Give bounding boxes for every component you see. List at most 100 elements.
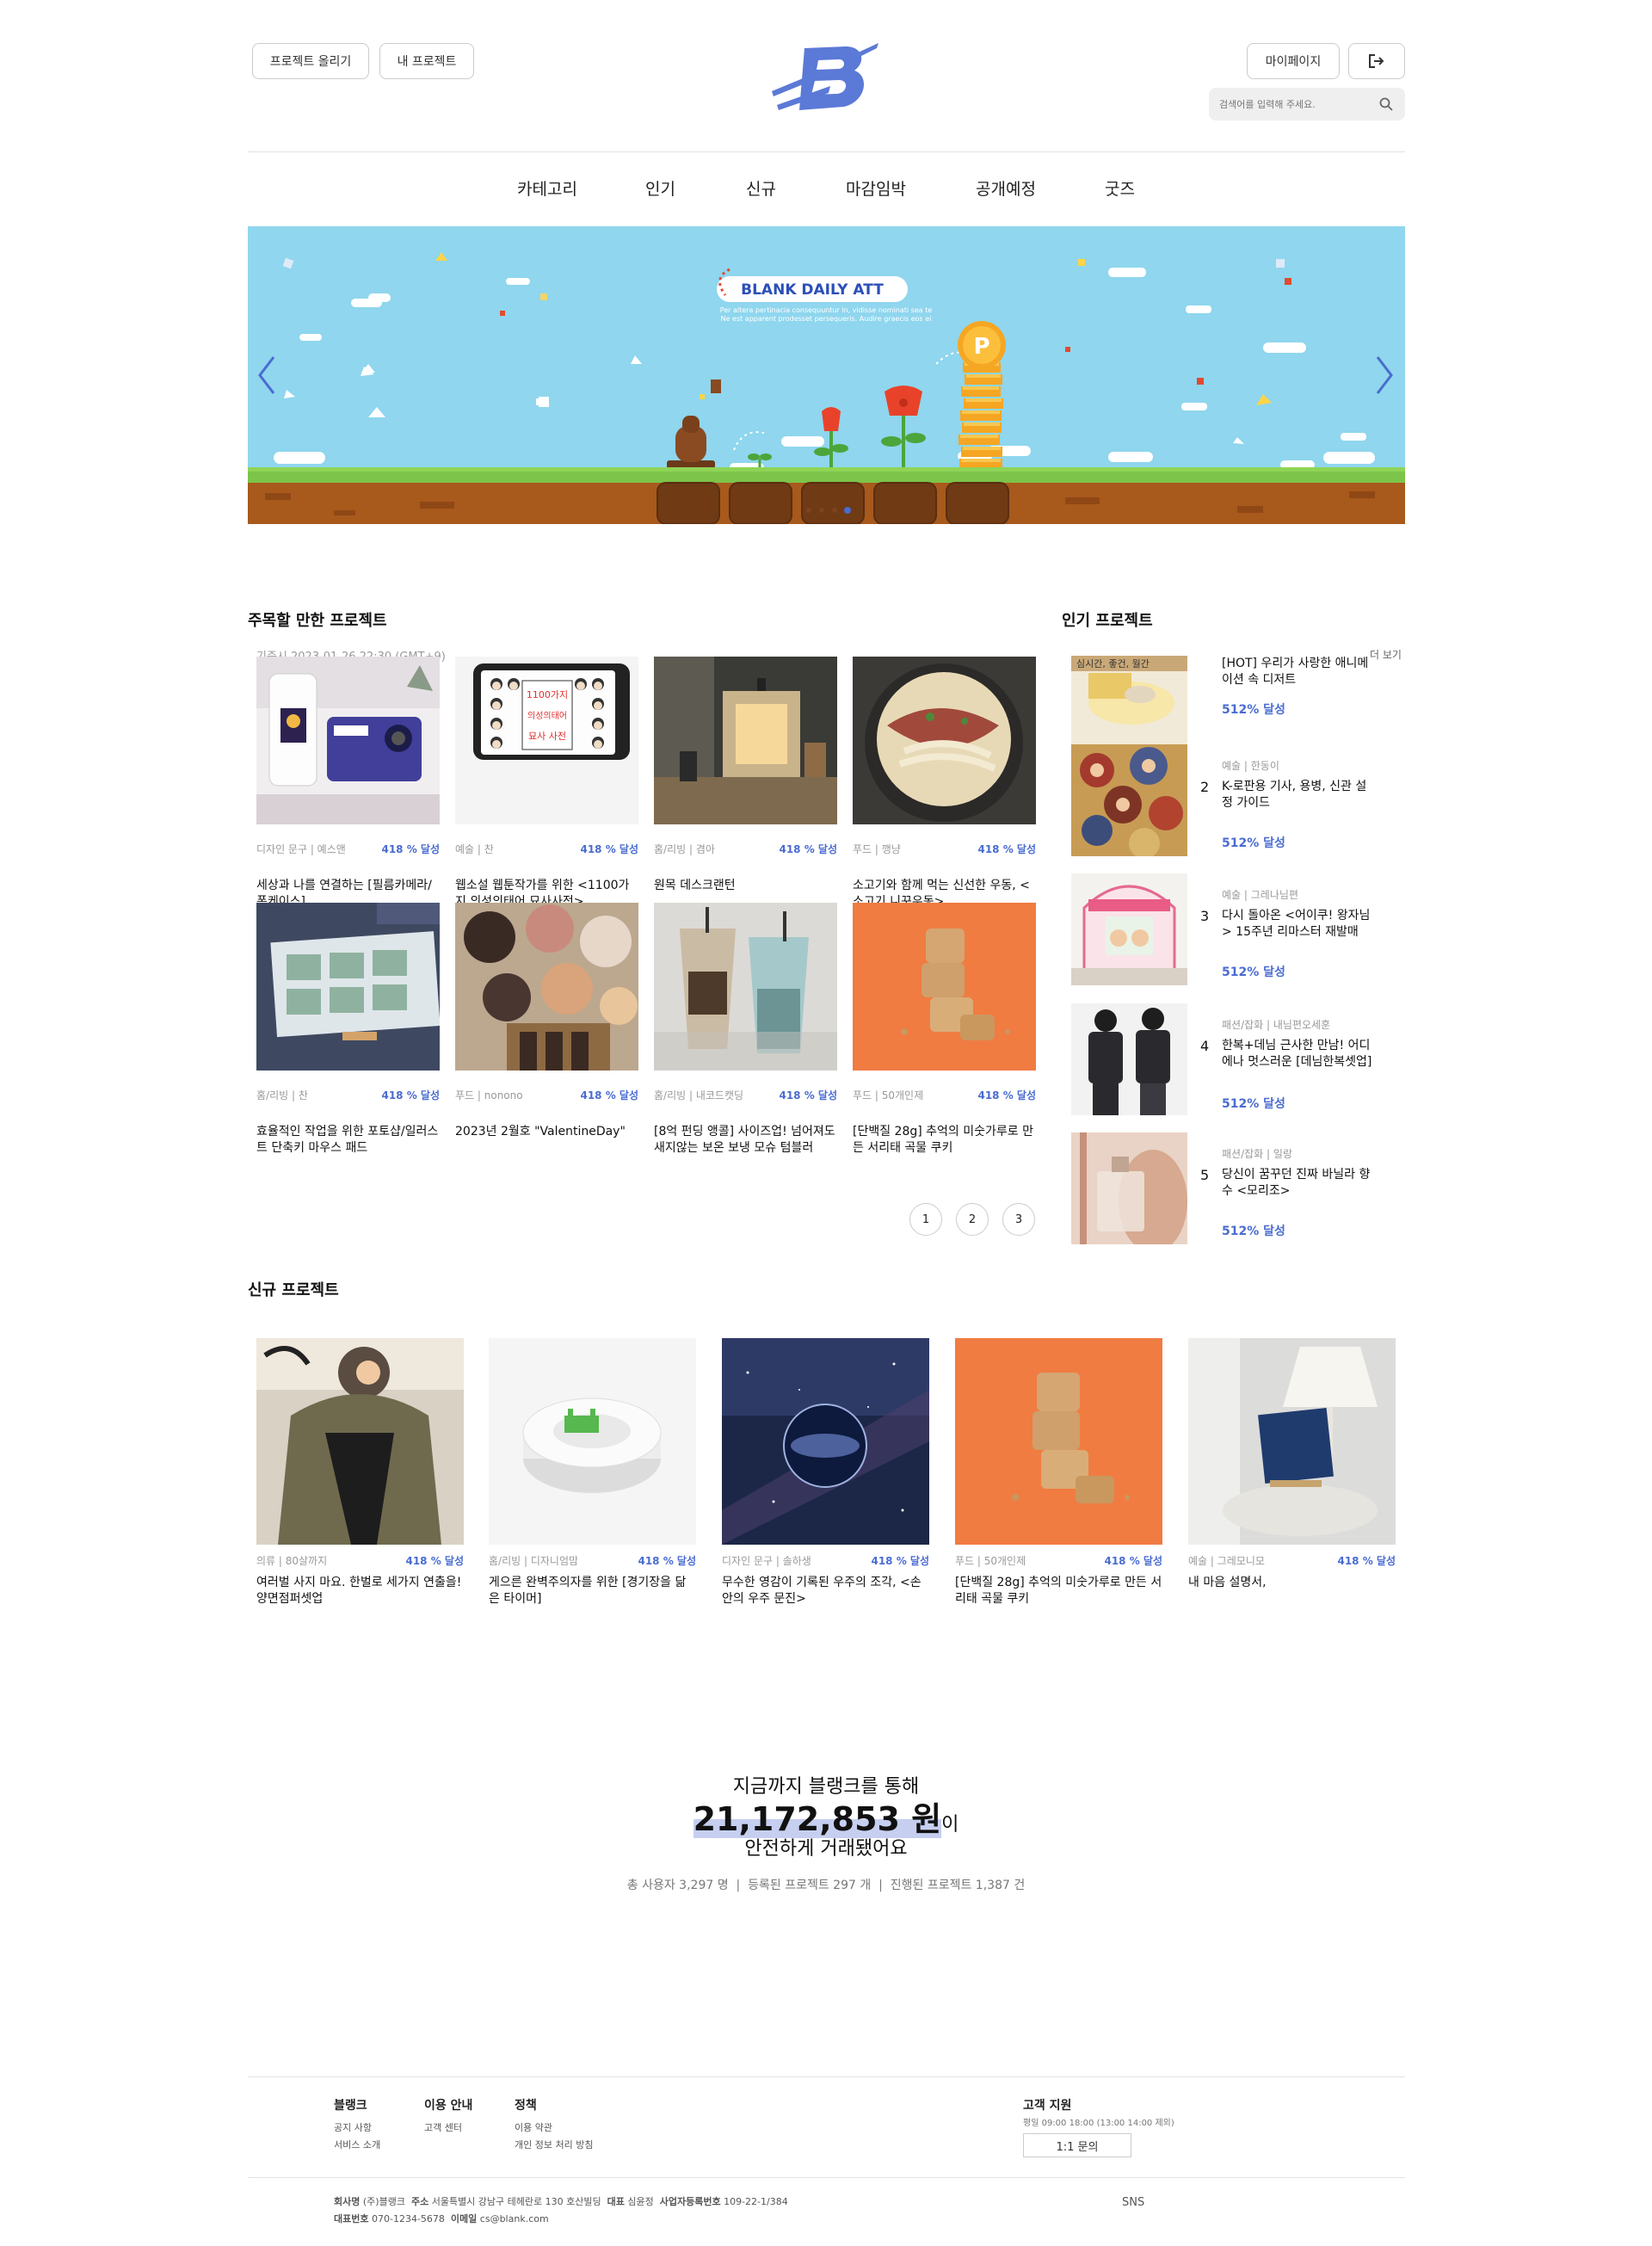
- popular-item-pct: 512% 달성: [1222, 703, 1285, 717]
- new-projects-title: 신규 프로젝트: [248, 1281, 339, 1299]
- nav-upcoming[interactable]: 공개예정: [976, 176, 1036, 200]
- my-page-button[interactable]: 마이페이지: [1247, 43, 1340, 79]
- search-box[interactable]: [1209, 88, 1405, 120]
- featured-card[interactable]: 디자인 문구 | 예스앤 418 % 달성 세상과 나를 연결하는 [필름카메라/…: [256, 657, 440, 910]
- thumb-lantern: [654, 657, 837, 824]
- footer-support-title: 고객 지원: [1023, 2099, 1072, 2113]
- new-project-card[interactable]: 의류 | 80살까지 418 % 달성 여러벌 사지 마요. 한벌로 세가지 연출…: [256, 1338, 464, 1607]
- card-funding-pct: 418 % 달성: [638, 1555, 696, 1567]
- footer-company-info-2: 대표번호 070-1234-5678 이메일 cs@blank.com: [334, 2213, 549, 2224]
- footer-sns-link[interactable]: SNS: [1122, 2196, 1144, 2209]
- popular-item-title: K-로판용 기사, 용병, 신관 설정 가이드: [1222, 780, 1367, 810]
- banner-subtitle-2: Ne est apparent prodesset persequeris. A…: [721, 315, 932, 323]
- nav-popular[interactable]: 인기: [645, 176, 675, 200]
- search-input[interactable]: [1219, 95, 1374, 114]
- search-icon[interactable]: [1379, 97, 1393, 111]
- card-title[interactable]: 여러벌 사지 마요. 한벌로 세가지 연출을! 양면점퍼셋업: [256, 1575, 464, 1607]
- footer-link-notice[interactable]: 공지 사항: [334, 2120, 372, 2134]
- card-category: 홈/리빙 | 디자니엄맘: [489, 1555, 579, 1567]
- featured-card[interactable]: 푸드 | 50개인제 418 % 달성 [단백질 28g] 추억의 미숫가루로 만…: [853, 903, 1036, 1157]
- hero-banner[interactable]: BLANK DAILY ATT Per altera pertinacia co…: [248, 226, 1405, 524]
- nav-goods[interactable]: 굿즈: [1105, 176, 1135, 200]
- thumb-galaxy: [722, 1338, 929, 1545]
- card-title[interactable]: 내 마음 설명서,: [1188, 1575, 1396, 1591]
- popular-item-title: 다시 돌아온 <어이쿠! 왕자님> 15주년 리마스터 재발매: [1222, 909, 1371, 939]
- footer-divider-top: [248, 2076, 1405, 2077]
- popular-item-pct: 512% 달성: [1222, 836, 1285, 850]
- featured-title: 주목할 만한 프로젝트: [248, 612, 387, 630]
- nav-closing-soon[interactable]: 마감임박: [846, 176, 906, 200]
- card-title[interactable]: 무수한 영감이 기록된 우주의 조각, <손 안의 우주 문진>: [722, 1575, 929, 1607]
- thumb-jacket: [256, 1338, 464, 1545]
- featured-card[interactable]: 홈/리빙 | 찬 418 % 달성 효율적인 작업을 위한 포토샵/일러스트 단축…: [256, 903, 440, 1157]
- logo[interactable]: [770, 41, 882, 120]
- upload-project-button[interactable]: 프로젝트 올리기: [252, 43, 369, 79]
- banner-subtitle-1: Per altera pertinacia consequuntur in, v…: [720, 306, 933, 314]
- featured-card[interactable]: 홈/리빙 | 내코드캣딩 418 % 달성 [8억 펀딩 앵콜] 사이즈업! 넘어…: [654, 903, 837, 1157]
- new-project-card[interactable]: 홈/리빙 | 디자니엄맘 418 % 달성 게으른 완벽주의자를 위한 [경기장을…: [489, 1338, 696, 1607]
- popular-item[interactable]: 3 예술 | 그레나님편 다시 돌아온 <어이쿠! 왕자님> 15주년 리마스터…: [1071, 873, 1407, 989]
- card-title[interactable]: [단백질 28g] 추억의 미숫가루로 만든 서리태 곡물 쿠키: [853, 1124, 1036, 1157]
- popular-item-title: [HOT] 우리가 사랑한 애니메이션 속 디저트: [1222, 657, 1369, 687]
- page-button-1[interactable]: 1: [909, 1203, 942, 1236]
- card-category: 푸드 | 50개인제: [955, 1555, 1026, 1567]
- stats-detail: 총 사용자 3,297 명 | 등록된 프로젝트 297 개 | 진행된 프로젝…: [626, 1879, 1026, 1892]
- page-button-3[interactable]: 3: [1002, 1203, 1035, 1236]
- nav-new[interactable]: 신규: [746, 176, 776, 200]
- nav-category[interactable]: 카테고리: [517, 176, 577, 200]
- popular-item-pct: 512% 달성: [1222, 966, 1285, 979]
- new-project-card[interactable]: 푸드 | 50개인제 418 % 달성 [단백질 28g] 추억의 미숫가루로 만…: [955, 1338, 1162, 1607]
- footer-link-support-center[interactable]: 고객 센터: [424, 2120, 462, 2134]
- card-category: 푸드 | nonono: [455, 1089, 523, 1101]
- popular-item-category: 패션/잡화 | 일랑: [1222, 1148, 1292, 1160]
- new-project-card[interactable]: 예술 | 그레모니모 418 % 달성 내 마음 설명서,: [1188, 1338, 1396, 1591]
- card-funding-pct: 418 % 달성: [381, 1089, 440, 1101]
- footer-link-terms[interactable]: 이용 약관: [515, 2120, 552, 2134]
- featured-card[interactable]: 푸드 | nonono 418 % 달성 2023년 2월호 "Valentine…: [455, 903, 638, 1140]
- card-title[interactable]: 2023년 2월호 "ValentineDay": [455, 1124, 638, 1140]
- card-category: 푸드 | 깽냥: [853, 843, 901, 855]
- card-funding-pct: 418 % 달성: [977, 843, 1036, 855]
- card-title[interactable]: 원목 데스크랜턴: [654, 878, 837, 894]
- thumb-perfume: [1071, 1132, 1187, 1244]
- featured-card[interactable]: 푸드 | 깽냥 418 % 달성 소고기와 함께 먹는 신선한 우동, <소고기 …: [853, 657, 1036, 910]
- footer-divider-bottom: [248, 2177, 1405, 2178]
- footer-link-about[interactable]: 서비스 소개: [334, 2138, 380, 2151]
- popular-item[interactable]: 4 패션/잡화 | 내님편오세훈 한복+데님 근사한 만남! 어디에나 멋스러운…: [1071, 1003, 1407, 1119]
- card-category: 디자인 문구 | 예스앤: [256, 843, 346, 855]
- banner-illustration: BLANK DAILY ATT Per altera pertinacia co…: [248, 252, 1405, 524]
- inquiry-button[interactable]: 1:1 문의: [1023, 2133, 1131, 2157]
- featured-card[interactable]: 1100가지 의성의태어 묘사 사전 예술 | 찬 418 % 달성 웹소설 웹툰…: [455, 657, 638, 910]
- card-category: 예술 | 그레모니모: [1188, 1555, 1265, 1567]
- svg-text:의성의태어: 의성의태어: [527, 711, 567, 721]
- popular-item-category: 예술 | 한동이: [1222, 760, 1279, 772]
- card-title[interactable]: 게으른 완벽주의자를 위한 [경기장을 닮은 타이머]: [489, 1575, 696, 1607]
- footer-link-privacy[interactable]: 개인 정보 처리 방침: [515, 2138, 593, 2151]
- popular-title: 인기 프로젝트: [1062, 612, 1153, 630]
- logout-icon: [1369, 54, 1384, 68]
- card-category: 홈/리빙 | 내코드캣딩: [654, 1089, 744, 1101]
- svg-text:심시간, 좋건, 월간: 심시간, 좋건, 월간: [1076, 658, 1150, 669]
- new-project-card[interactable]: 디자인 문구 | 솔하생 418 % 달성 무수한 영감이 기록된 우주의 조각,…: [722, 1338, 929, 1607]
- card-title[interactable]: 효율적인 작업을 위한 포토샵/일러스트 단축키 마우스 패드: [256, 1124, 440, 1157]
- card-title[interactable]: [단백질 28g] 추억의 미숫가루로 만든 서리태 곡물 쿠키: [955, 1575, 1162, 1607]
- stats-line-3: 안전하게 거래됐어요: [744, 1838, 908, 1860]
- popular-item-pct: 512% 달성: [1222, 1097, 1285, 1111]
- page-button-2[interactable]: 2: [956, 1203, 989, 1236]
- popular-item[interactable]: 5 패션/잡화 | 일랑 당신이 꿈꾸던 진짜 바닐라 향수 <모리조> 512…: [1071, 1132, 1407, 1248]
- banner-prev-arrow-icon[interactable]: [255, 354, 280, 397]
- logout-button[interactable]: [1348, 43, 1405, 79]
- logo-icon: [772, 43, 878, 110]
- footer-col-blank-title: 블랭크: [334, 2099, 367, 2113]
- popular-item[interactable]: 2 예술 | 한동이 K-로판용 기사, 용병, 신관 설정 가이드 512% …: [1071, 744, 1407, 860]
- thumb-grain-cookie: [955, 1338, 1162, 1545]
- my-project-button[interactable]: 내 프로젝트: [379, 43, 474, 79]
- featured-card[interactable]: 홈/리빙 | 겸아 418 % 달성 원목 데스크랜턴: [654, 657, 837, 894]
- thumb-udon: [853, 657, 1036, 824]
- banner-dot-active: [844, 507, 851, 514]
- card-title[interactable]: [8억 펀딩 앵콜] 사이즈업! 넘어져도 새지않는 보온 보냉 모슈 텀블러: [654, 1124, 837, 1157]
- thumb-camera: [256, 657, 440, 824]
- banner-next-arrow-icon[interactable]: [1371, 354, 1396, 397]
- thumb-grain-cookie: [853, 903, 1036, 1071]
- thumb-prince: [1071, 873, 1187, 985]
